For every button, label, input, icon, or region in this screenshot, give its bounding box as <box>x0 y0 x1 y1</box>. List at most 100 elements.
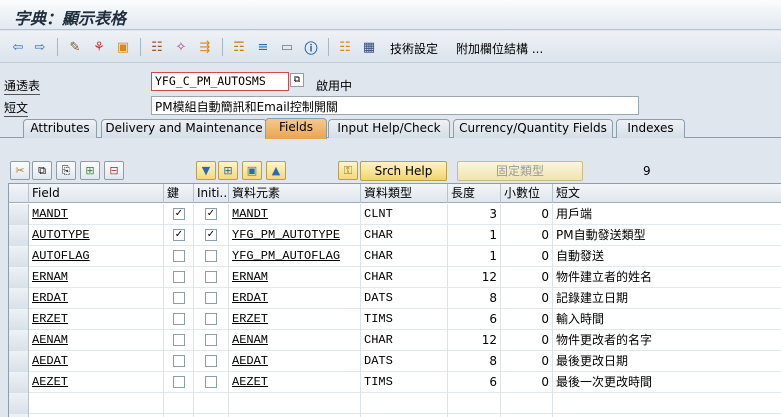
data-element-cell[interactable]: ERNAM <box>229 267 361 288</box>
key-checkbox[interactable] <box>173 376 185 388</box>
stack-icon[interactable]: ≡ <box>254 38 272 56</box>
key-checkbox[interactable] <box>173 271 185 283</box>
table-contents-icon[interactable]: ▦ <box>360 38 378 56</box>
row-selector[interactable] <box>9 372 29 393</box>
data-element-cell[interactable]: AENAM <box>229 330 361 351</box>
short-text-field[interactable]: PM模組自動簡訊和Email控制開關 <box>151 96 639 115</box>
fields-table[interactable]: Field 鍵 Initi... 資料元素 資料類型 長度 小數位 短文 MAN… <box>8 183 781 417</box>
where-used-icon[interactable]: ☷ <box>148 38 166 56</box>
empty-cell[interactable] <box>361 393 448 414</box>
decimals-cell[interactable]: 0 <box>501 288 553 309</box>
insert-row-icon[interactable]: ⊞ <box>80 161 100 180</box>
key-checkbox[interactable] <box>173 313 185 325</box>
empty-cell[interactable] <box>553 393 781 414</box>
column-header-data-type[interactable]: 資料類型 <box>361 184 448 203</box>
move-up-icon[interactable]: ▲ <box>266 161 286 180</box>
table-row[interactable]: AUTOFLAG YFG_PM_AUTOFLAG CHAR 1 0 自動發送 <box>9 246 781 267</box>
data-type-cell[interactable]: TIMS <box>361 372 448 393</box>
tab-fields[interactable]: Fields <box>265 118 327 139</box>
navigate-icon[interactable]: ⇶ <box>196 38 214 56</box>
length-cell[interactable]: 1 <box>448 246 501 267</box>
initial-value-checkbox[interactable]: ✓ <box>205 229 217 241</box>
hierarchy-icon[interactable]: ☶ <box>230 38 248 56</box>
field-name-cell[interactable]: AEDAT <box>29 351 164 372</box>
length-cell[interactable]: 3 <box>448 204 501 225</box>
data-element-cell[interactable]: MANDT <box>229 204 361 225</box>
key-checkbox[interactable] <box>173 334 185 346</box>
data-type-cell[interactable]: CLNT <box>361 204 448 225</box>
initial-value-checkbox[interactable] <box>205 271 217 283</box>
empty-cell[interactable] <box>501 393 553 414</box>
field-name-cell[interactable]: AENAM <box>29 330 164 351</box>
length-cell[interactable]: 6 <box>448 372 501 393</box>
row-selector[interactable] <box>9 246 29 267</box>
data-type-cell[interactable]: DATS <box>361 351 448 372</box>
key-checkbox[interactable]: ✓ <box>173 208 185 220</box>
field-name-cell[interactable]: ERDAT <box>29 288 164 309</box>
length-cell[interactable]: 8 <box>448 288 501 309</box>
empty-cell[interactable] <box>229 393 361 414</box>
contents-icon[interactable]: ☷ <box>336 38 354 56</box>
decimals-cell[interactable]: 0 <box>501 267 553 288</box>
field-name-cell[interactable]: AUTOFLAG <box>29 246 164 267</box>
data-element-cell[interactable]: AEZET <box>229 372 361 393</box>
key-checkbox[interactable] <box>173 250 185 262</box>
length-cell[interactable]: 6 <box>448 309 501 330</box>
data-element-cell[interactable]: YFG_PM_AUTOTYPE <box>229 225 361 246</box>
column-header-field[interactable]: Field <box>29 184 164 203</box>
length-cell[interactable]: 12 <box>448 267 501 288</box>
key-checkbox[interactable] <box>173 355 185 367</box>
info-icon[interactable]: ⓘ <box>302 38 320 57</box>
table-row[interactable]: ERNAM ERNAM CHAR 12 0 物件建立者的姓名 <box>9 267 781 288</box>
cut-icon[interactable]: ✂ <box>10 161 30 180</box>
table-row[interactable]: MANDT ✓ ✓ MANDT CLNT 3 0 用戶端 <box>9 204 781 225</box>
table-row[interactable]: AENAM AENAM CHAR 12 0 物件更改者的名字 <box>9 330 781 351</box>
empty-cell[interactable] <box>29 393 164 414</box>
data-element-cell[interactable]: ERDAT <box>229 288 361 309</box>
tab-delivery-maintenance[interactable]: Delivery and Maintenance <box>101 119 267 138</box>
append-structure-button[interactable]: 附加欄位結構 ... <box>456 40 543 57</box>
length-cell[interactable]: 12 <box>448 330 501 351</box>
decimals-cell[interactable]: 0 <box>501 330 553 351</box>
tab-indexes[interactable]: Indexes <box>616 119 685 138</box>
row-selector[interactable] <box>9 393 29 414</box>
initial-value-checkbox[interactable] <box>205 355 217 367</box>
layout-icon[interactable]: ▭ <box>278 38 296 56</box>
initial-value-checkbox[interactable] <box>205 292 217 304</box>
search-help-button[interactable]: Srch Help <box>360 161 447 181</box>
table-row[interactable]: ERDAT ERDAT DATS 8 0 記錄建立日期 <box>9 288 781 309</box>
row-selector[interactable] <box>9 309 29 330</box>
field-name-cell[interactable]: AEZET <box>29 372 164 393</box>
data-type-cell[interactable]: CHAR <box>361 225 448 246</box>
decimals-cell[interactable]: 0 <box>501 309 553 330</box>
decimals-cell[interactable]: 0 <box>501 246 553 267</box>
decimals-cell[interactable]: 0 <box>501 204 553 225</box>
check-icon[interactable]: ▣ <box>114 38 132 56</box>
copy-row-icon[interactable]: ⧉ <box>32 161 52 180</box>
field-name-cell[interactable]: ERZET <box>29 309 164 330</box>
row-selector[interactable] <box>9 288 29 309</box>
data-element-cell[interactable]: ERZET <box>229 309 361 330</box>
table-row[interactable]: AEDAT AEDAT DATS 8 0 最後更改日期 <box>9 351 781 372</box>
column-header-data-element[interactable]: 資料元素 <box>229 184 361 203</box>
row-selector[interactable] <box>9 267 29 288</box>
paste-icon[interactable]: ⎘ <box>56 161 76 180</box>
row-selector[interactable] <box>9 351 29 372</box>
initial-value-checkbox[interactable] <box>205 313 217 325</box>
tab-input-help-check[interactable]: Input Help/Check <box>328 119 450 138</box>
initial-value-checkbox[interactable] <box>205 250 217 262</box>
move-down-icon[interactable]: ▼ <box>196 161 216 180</box>
table-name-field[interactable]: YFG_C_PM_AUTOSMS <box>151 72 289 91</box>
display-change-icon[interactable]: ✎ <box>66 38 84 56</box>
table-row[interactable]: AEZET AEZET TIMS 6 0 最後一次更改時間 <box>9 372 781 393</box>
row-selector[interactable] <box>9 330 29 351</box>
technical-settings-button[interactable]: 技術設定 <box>390 40 438 57</box>
data-element-cell[interactable]: YFG_PM_AUTOFLAG <box>229 246 361 267</box>
field-name-cell[interactable]: ERNAM <box>29 267 164 288</box>
activate-icon[interactable]: ✧ <box>172 38 190 56</box>
select-all-cell[interactable] <box>9 184 29 203</box>
column-header-key[interactable]: 鍵 <box>164 184 194 203</box>
empty-cell[interactable] <box>448 393 501 414</box>
column-header-init[interactable]: Initi... <box>194 184 229 203</box>
data-element-cell[interactable]: AEDAT <box>229 351 361 372</box>
